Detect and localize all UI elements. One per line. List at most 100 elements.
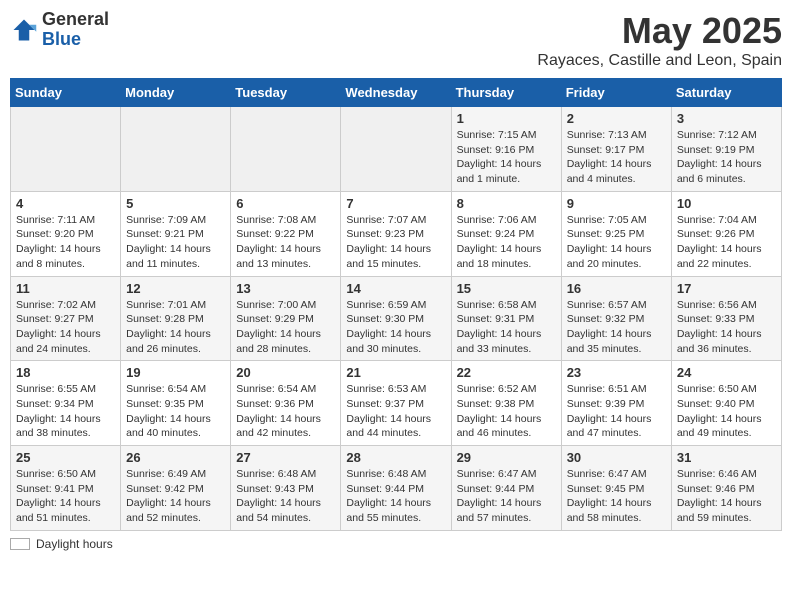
- day-number: 21: [346, 365, 445, 380]
- day-number: 7: [346, 196, 445, 211]
- day-info: Sunrise: 6:53 AM Sunset: 9:37 PM Dayligh…: [346, 382, 445, 441]
- calendar-cell: 10Sunrise: 7:04 AM Sunset: 9:26 PM Dayli…: [671, 191, 781, 276]
- day-info: Sunrise: 6:48 AM Sunset: 9:43 PM Dayligh…: [236, 467, 335, 526]
- day-info: Sunrise: 6:48 AM Sunset: 9:44 PM Dayligh…: [346, 467, 445, 526]
- calendar-header-row: SundayMondayTuesdayWednesdayThursdayFrid…: [11, 79, 782, 107]
- day-info: Sunrise: 6:58 AM Sunset: 9:31 PM Dayligh…: [457, 298, 556, 357]
- day-number: 29: [457, 450, 556, 465]
- day-info: Sunrise: 7:09 AM Sunset: 9:21 PM Dayligh…: [126, 213, 225, 272]
- day-info: Sunrise: 7:08 AM Sunset: 9:22 PM Dayligh…: [236, 213, 335, 272]
- day-number: 28: [346, 450, 445, 465]
- calendar-cell: 26 Sunrise: 6:49 AM Sunset: 9:42 PM Dayli…: [121, 446, 231, 531]
- day-number: 9: [567, 196, 666, 211]
- day-info: Sunrise: 7:00 AM Sunset: 9:29 PM Dayligh…: [236, 298, 335, 357]
- calendar-cell: 27 Sunrise: 6:48 AM Sunset: 9:43 PM Dayli…: [231, 446, 341, 531]
- calendar-day-header: Saturday: [671, 79, 781, 107]
- title-block: May 2025 Rayaces, Castille and Leon, Spa…: [537, 10, 782, 70]
- legend: Daylight hours: [10, 537, 782, 551]
- day-info: Sunrise: 6:56 AM Sunset: 9:33 PM Dayligh…: [677, 298, 776, 357]
- legend-label: Daylight hours: [36, 537, 113, 551]
- day-info: Sunrise: 6:51 AM Sunset: 9:39 PM Dayligh…: [567, 382, 666, 441]
- calendar-week-row: 1Sunrise: 7:15 AM Sunset: 9:16 PM Daylig…: [11, 107, 782, 192]
- calendar-cell: 19Sunrise: 6:54 AM Sunset: 9:35 PM Dayli…: [121, 361, 231, 446]
- calendar-cell: 29Sunrise: 6:47 AM Sunset: 9:44 PM Dayli…: [451, 446, 561, 531]
- day-number: 22: [457, 365, 556, 380]
- day-number: 16: [567, 281, 666, 296]
- day-number: 23: [567, 365, 666, 380]
- calendar-cell: 28 Sunrise: 6:48 AM Sunset: 9:44 PM Dayli…: [341, 446, 451, 531]
- day-number: 24: [677, 365, 776, 380]
- calendar-cell: 4 Sunrise: 7:11 AM Sunset: 9:20 PM Daylig…: [11, 191, 121, 276]
- calendar-week-row: 25 Sunrise: 6:50 AM Sunset: 9:41 PM Dayli…: [11, 446, 782, 531]
- calendar-week-row: 4 Sunrise: 7:11 AM Sunset: 9:20 PM Daylig…: [11, 191, 782, 276]
- day-number: 14: [346, 281, 445, 296]
- calendar-week-row: 11Sunrise: 7:02 AM Sunset: 9:27 PM Dayli…: [11, 276, 782, 361]
- calendar-cell: 12 Sunrise: 7:01 AM Sunset: 9:28 PM Dayli…: [121, 276, 231, 361]
- day-number: 31: [677, 450, 776, 465]
- day-info: Sunrise: 7:12 AM Sunset: 9:19 PM Dayligh…: [677, 128, 776, 187]
- day-info: Sunrise: 6:50 AM Sunset: 9:41 PM Dayligh…: [16, 467, 115, 526]
- day-number: 15: [457, 281, 556, 296]
- calendar-day-header: Sunday: [11, 79, 121, 107]
- day-number: 25: [16, 450, 115, 465]
- calendar-cell: [11, 107, 121, 192]
- day-number: 13: [236, 281, 335, 296]
- calendar-cell: 1Sunrise: 7:15 AM Sunset: 9:16 PM Daylig…: [451, 107, 561, 192]
- day-number: 17: [677, 281, 776, 296]
- calendar-cell: 7 Sunrise: 7:07 AM Sunset: 9:23 PM Daylig…: [341, 191, 451, 276]
- calendar-day-header: Monday: [121, 79, 231, 107]
- logo-blue-text: Blue: [42, 30, 109, 50]
- day-info: Sunrise: 7:02 AM Sunset: 9:27 PM Dayligh…: [16, 298, 115, 357]
- day-info: Sunrise: 6:50 AM Sunset: 9:40 PM Dayligh…: [677, 382, 776, 441]
- calendar-cell: 14 Sunrise: 6:59 AM Sunset: 9:30 PM Dayli…: [341, 276, 451, 361]
- day-info: Sunrise: 6:52 AM Sunset: 9:38 PM Dayligh…: [457, 382, 556, 441]
- calendar-cell: [231, 107, 341, 192]
- logo-general-text: General: [42, 10, 109, 30]
- calendar-cell: 30Sunrise: 6:47 AM Sunset: 9:45 PM Dayli…: [561, 446, 671, 531]
- calendar-cell: 22 Sunrise: 6:52 AM Sunset: 9:38 PM Dayli…: [451, 361, 561, 446]
- day-number: 27: [236, 450, 335, 465]
- calendar-cell: 5 Sunrise: 7:09 AM Sunset: 9:21 PM Daylig…: [121, 191, 231, 276]
- day-number: 18: [16, 365, 115, 380]
- day-info: Sunrise: 7:06 AM Sunset: 9:24 PM Dayligh…: [457, 213, 556, 272]
- day-number: 6: [236, 196, 335, 211]
- day-info: Sunrise: 6:54 AM Sunset: 9:36 PM Dayligh…: [236, 382, 335, 441]
- calendar-cell: 17 Sunrise: 6:56 AM Sunset: 9:33 PM Dayli…: [671, 276, 781, 361]
- day-info: Sunrise: 6:55 AM Sunset: 9:34 PM Dayligh…: [16, 382, 115, 441]
- day-info: Sunrise: 7:11 AM Sunset: 9:20 PM Dayligh…: [16, 213, 115, 272]
- logo: General Blue: [10, 10, 109, 50]
- day-number: 8: [457, 196, 556, 211]
- calendar-cell: 11Sunrise: 7:02 AM Sunset: 9:27 PM Dayli…: [11, 276, 121, 361]
- month-title: May 2025: [537, 10, 782, 52]
- day-number: 26: [126, 450, 225, 465]
- day-number: 12: [126, 281, 225, 296]
- calendar-day-header: Thursday: [451, 79, 561, 107]
- calendar-cell: 21 Sunrise: 6:53 AM Sunset: 9:37 PM Dayli…: [341, 361, 451, 446]
- calendar-cell: 25 Sunrise: 6:50 AM Sunset: 9:41 PM Dayli…: [11, 446, 121, 531]
- day-info: Sunrise: 7:13 AM Sunset: 9:17 PM Dayligh…: [567, 128, 666, 187]
- location-title: Rayaces, Castille and Leon, Spain: [537, 52, 782, 70]
- calendar-cell: 2Sunrise: 7:13 AM Sunset: 9:17 PM Daylig…: [561, 107, 671, 192]
- day-info: Sunrise: 7:05 AM Sunset: 9:25 PM Dayligh…: [567, 213, 666, 272]
- day-number: 4: [16, 196, 115, 211]
- day-info: Sunrise: 7:04 AM Sunset: 9:26 PM Dayligh…: [677, 213, 776, 272]
- calendar-day-header: Wednesday: [341, 79, 451, 107]
- day-number: 1: [457, 111, 556, 126]
- calendar-cell: 18 Sunrise: 6:55 AM Sunset: 9:34 PM Dayli…: [11, 361, 121, 446]
- calendar-day-header: Tuesday: [231, 79, 341, 107]
- calendar-day-header: Friday: [561, 79, 671, 107]
- day-number: 3: [677, 111, 776, 126]
- day-info: Sunrise: 6:59 AM Sunset: 9:30 PM Dayligh…: [346, 298, 445, 357]
- day-info: Sunrise: 6:46 AM Sunset: 9:46 PM Dayligh…: [677, 467, 776, 526]
- day-number: 19: [126, 365, 225, 380]
- day-info: Sunrise: 6:49 AM Sunset: 9:42 PM Dayligh…: [126, 467, 225, 526]
- calendar-cell: 16 Sunrise: 6:57 AM Sunset: 9:32 PM Dayli…: [561, 276, 671, 361]
- calendar-cell: 24 Sunrise: 6:50 AM Sunset: 9:40 PM Dayli…: [671, 361, 781, 446]
- calendar-cell: [341, 107, 451, 192]
- day-info: Sunrise: 7:01 AM Sunset: 9:28 PM Dayligh…: [126, 298, 225, 357]
- day-info: Sunrise: 6:57 AM Sunset: 9:32 PM Dayligh…: [567, 298, 666, 357]
- day-info: Sunrise: 7:07 AM Sunset: 9:23 PM Dayligh…: [346, 213, 445, 272]
- logo-icon: [10, 16, 38, 44]
- calendar-cell: [121, 107, 231, 192]
- day-number: 5: [126, 196, 225, 211]
